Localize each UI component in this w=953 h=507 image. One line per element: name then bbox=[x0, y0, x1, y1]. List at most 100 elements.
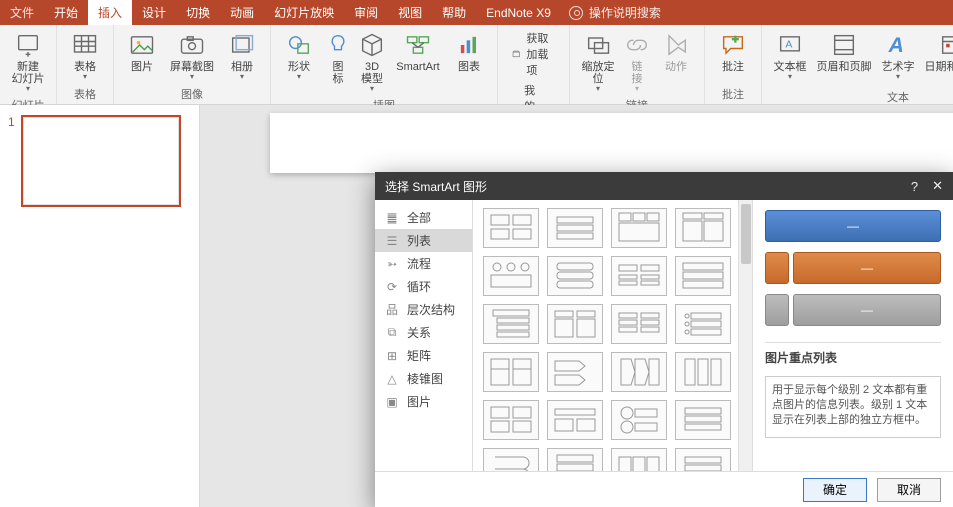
slide-thumbnails: 1 bbox=[0, 105, 200, 507]
smartart-button[interactable]: SmartArt bbox=[391, 29, 445, 75]
gallery-item[interactable] bbox=[611, 208, 667, 248]
gallery-item[interactable] bbox=[611, 448, 667, 471]
table-button[interactable]: 表格 ▾ bbox=[63, 29, 107, 83]
gallery-item[interactable] bbox=[547, 256, 603, 296]
cat-cycle-label: 循环 bbox=[407, 278, 431, 295]
cat-matrix-label: 矩阵 bbox=[407, 347, 431, 364]
gallery-scrollbar[interactable] bbox=[738, 200, 752, 471]
album-icon bbox=[228, 31, 256, 59]
picture-icon bbox=[128, 31, 156, 59]
album-button[interactable]: 相册 ▾ bbox=[220, 29, 264, 83]
gallery-item[interactable] bbox=[483, 352, 539, 392]
gallery-item[interactable] bbox=[675, 208, 731, 248]
slide-thumbnail-1[interactable] bbox=[21, 115, 181, 207]
gallery-item[interactable] bbox=[675, 448, 731, 471]
cat-relationship[interactable]: ⧉ 关系 bbox=[375, 321, 472, 344]
preview-block-2: — bbox=[765, 252, 941, 284]
menu-tabs: 文件 开始 插入 设计 切换 动画 幻灯片放映 审阅 视图 帮助 EndNote… bbox=[0, 0, 953, 25]
cat-list[interactable]: ☰列表 bbox=[375, 229, 472, 252]
gallery-item[interactable] bbox=[675, 400, 731, 440]
pyramid-icon: △ bbox=[385, 373, 399, 385]
cat-hierarchy[interactable]: 品层次结构 bbox=[375, 298, 472, 321]
wordart-button[interactable]: A 艺术字 ▾ bbox=[876, 29, 920, 83]
tab-review[interactable]: 审阅 bbox=[344, 0, 388, 25]
tell-me-search[interactable]: 操作说明搜索 bbox=[569, 4, 661, 21]
dropdown-icon: ▾ bbox=[370, 84, 374, 93]
smartart-label: SmartArt bbox=[396, 61, 439, 73]
group-images: 图片 屏幕截图 ▾ 相册 ▾ 图像 bbox=[114, 25, 271, 104]
chart-label: 图表 bbox=[458, 61, 480, 73]
gallery-item[interactable] bbox=[547, 304, 603, 344]
picture-cat-icon: ▣ bbox=[385, 396, 399, 408]
shapes-button[interactable]: 形状 ▾ bbox=[277, 29, 321, 83]
tab-design[interactable]: 设计 bbox=[132, 0, 176, 25]
cat-relationship-label: 关系 bbox=[407, 324, 431, 341]
gallery-item[interactable] bbox=[483, 400, 539, 440]
action-button[interactable]: 动作 bbox=[654, 29, 698, 75]
gallery-item[interactable] bbox=[611, 352, 667, 392]
preview-block-3-text: — bbox=[793, 294, 941, 326]
screenshot-button[interactable]: 屏幕截图 ▾ bbox=[166, 29, 218, 83]
gallery-item[interactable] bbox=[611, 304, 667, 344]
cat-all[interactable]: ䷀全部 bbox=[375, 206, 472, 229]
gallery-item[interactable] bbox=[547, 400, 603, 440]
shapes-icon bbox=[285, 31, 313, 59]
slide[interactable] bbox=[270, 113, 953, 173]
tab-slideshow[interactable]: 幻灯片放映 bbox=[264, 0, 344, 25]
cat-pyramid-label: 棱锥图 bbox=[407, 370, 443, 387]
dialog-close-button[interactable]: ✕ bbox=[932, 178, 943, 194]
get-addins-button[interactable]: 获取加载项 bbox=[510, 29, 557, 79]
tab-file[interactable]: 文件 bbox=[0, 0, 44, 25]
cat-picture[interactable]: ▣图片 bbox=[375, 390, 472, 413]
table-icon bbox=[71, 31, 99, 59]
gallery-item[interactable] bbox=[611, 400, 667, 440]
gallery-item[interactable] bbox=[547, 448, 603, 471]
gallery-item[interactable] bbox=[675, 352, 731, 392]
gallery-item[interactable] bbox=[547, 352, 603, 392]
comment-label: 批注 bbox=[722, 61, 744, 73]
tab-transition[interactable]: 切换 bbox=[176, 0, 220, 25]
3dmodel-button[interactable]: 3D 模型 ▾ bbox=[355, 29, 389, 95]
picture-button[interactable]: 图片 bbox=[120, 29, 164, 75]
chart-button[interactable]: 图表 bbox=[447, 29, 491, 75]
gallery-item[interactable] bbox=[547, 208, 603, 248]
all-icon: ䷀ bbox=[385, 212, 399, 224]
dropdown-icon: ▾ bbox=[83, 72, 87, 81]
tab-home[interactable]: 开始 bbox=[44, 0, 88, 25]
zoom-label: 缩放定 位 bbox=[582, 61, 615, 85]
smartart-gallery bbox=[473, 200, 753, 471]
gallery-item[interactable] bbox=[675, 304, 731, 344]
textbox-icon: A bbox=[776, 31, 804, 59]
icons-button[interactable]: 图 标 bbox=[323, 29, 353, 87]
cat-matrix[interactable]: ⊞矩阵 bbox=[375, 344, 472, 367]
cat-process[interactable]: ➳流程 bbox=[375, 252, 472, 275]
tab-view[interactable]: 视图 bbox=[388, 0, 432, 25]
gallery-item[interactable] bbox=[611, 256, 667, 296]
headerfooter-button[interactable]: 页眉和页脚 bbox=[814, 29, 874, 75]
new-slide-label: 新建 幻灯片 bbox=[12, 61, 45, 85]
datetime-button[interactable]: 日期和时间 bbox=[922, 29, 953, 75]
preview-pane: — — — 图片重点列表 用于显示每个级别 2 文本都有重点图片的信息列表。级别… bbox=[753, 200, 953, 471]
gallery-item[interactable] bbox=[483, 208, 539, 248]
cat-pyramid[interactable]: △ 棱锥图 bbox=[375, 367, 472, 390]
zoom-button[interactable]: 缩放定 位 ▾ bbox=[576, 29, 620, 95]
dropdown-icon: ▾ bbox=[297, 72, 301, 81]
cat-cycle[interactable]: ⟳循环 bbox=[375, 275, 472, 298]
tab-help[interactable]: 帮助 bbox=[432, 0, 476, 25]
ok-button[interactable]: 确定 bbox=[803, 478, 867, 502]
gallery-item[interactable] bbox=[483, 256, 539, 296]
tab-animation[interactable]: 动画 bbox=[220, 0, 264, 25]
dropdown-icon: ▾ bbox=[190, 72, 194, 81]
gallery-item[interactable] bbox=[675, 256, 731, 296]
gallery-item[interactable] bbox=[483, 304, 539, 344]
cancel-button[interactable]: 取消 bbox=[877, 478, 941, 502]
dialog-help-button[interactable]: ? bbox=[911, 179, 918, 194]
textbox-button[interactable]: A 文本框 ▾ bbox=[768, 29, 812, 83]
new-slide-button[interactable]: 新建 幻灯片 ▾ bbox=[6, 29, 50, 95]
comment-button[interactable]: 批注 bbox=[711, 29, 755, 75]
gallery-item[interactable] bbox=[483, 448, 539, 471]
link-button[interactable]: 链 接 ▾ bbox=[622, 29, 652, 95]
relationship-icon: ⧉ bbox=[385, 327, 399, 339]
tab-endnote[interactable]: EndNote X9 bbox=[476, 0, 561, 25]
tab-insert[interactable]: 插入 bbox=[88, 0, 132, 25]
